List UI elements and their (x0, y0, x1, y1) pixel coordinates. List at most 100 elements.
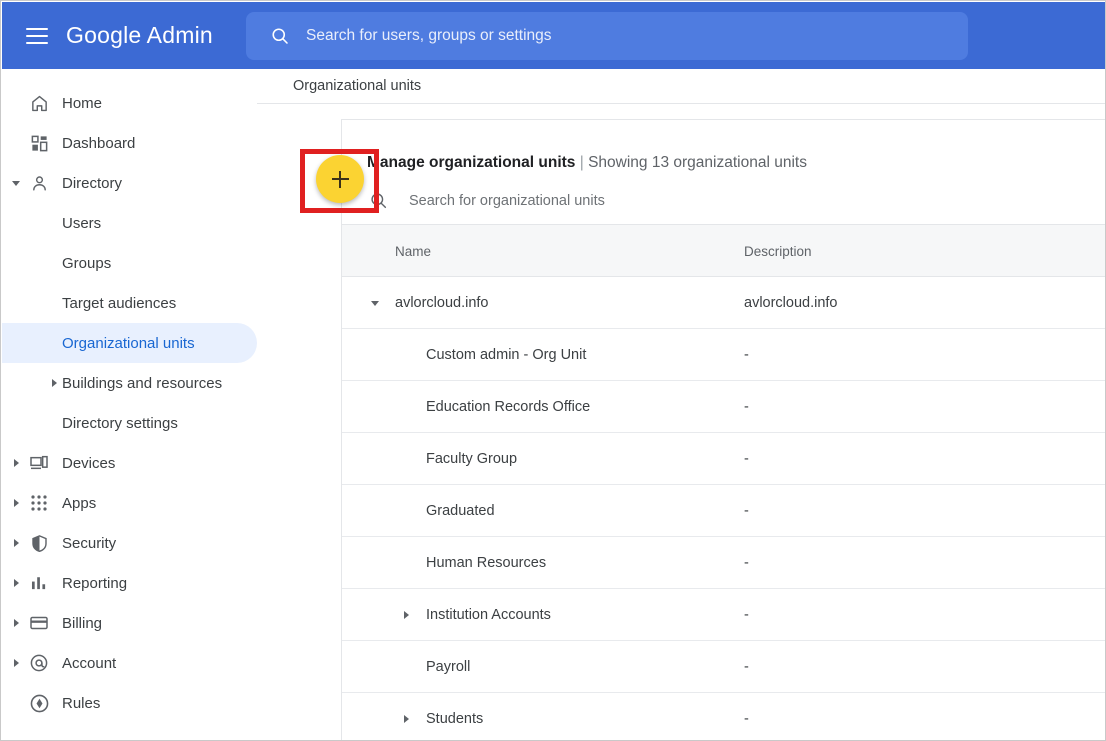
table-row[interactable]: Students - (342, 693, 1105, 740)
ou-search-input[interactable]: Search for organizational units (342, 177, 1105, 225)
sidebar-item-label: Home (62, 94, 103, 112)
table-row[interactable]: Institution Accounts - (342, 589, 1105, 641)
at-sign-icon (28, 643, 50, 683)
row-description: avlorcloud.info (744, 295, 838, 311)
chevron-right-icon[interactable] (10, 523, 22, 563)
chevron-right-icon[interactable] (10, 603, 22, 643)
organizational-units-card: Manage organizational units | Showing 13… (341, 119, 1105, 740)
add-organizational-unit-button[interactable] (316, 155, 364, 203)
plus-icon (331, 170, 349, 188)
sidebar-item-label: Apps (62, 494, 97, 512)
table-row[interactable]: Education Records Office - (342, 381, 1105, 433)
sidebar-item-label: Account (62, 654, 117, 672)
sidebar-nav: Home Dashboard Directory Users Groups Ta… (2, 69, 257, 740)
dashboard-icon (28, 123, 50, 163)
sidebar-item-label: Users (62, 214, 102, 232)
google-admin-window: Google Admin Search for users, groups or… (0, 0, 1106, 741)
sidebar-item-label: Reporting (62, 574, 128, 592)
row-description: - (744, 555, 749, 571)
row-name: Education Records Office (426, 399, 591, 415)
sidebar-item-target-audiences[interactable]: Target audiences (2, 283, 257, 323)
row-name: Human Resources (426, 555, 547, 571)
table-body: avlorcloud.info avlorcloud.info Custom a… (342, 277, 1105, 740)
main-content: Organizational units Manage organization… (257, 69, 1105, 740)
sidebar-item-account[interactable]: Account (2, 643, 257, 683)
bar-chart-icon (28, 563, 50, 603)
chevron-down-icon[interactable] (368, 277, 382, 329)
global-search-placeholder: Search for users, groups or settings (306, 27, 552, 44)
table-row[interactable]: avlorcloud.info avlorcloud.info (342, 277, 1105, 329)
global-search-input[interactable]: Search for users, groups or settings (246, 12, 968, 60)
chevron-right-icon[interactable] (10, 483, 22, 523)
row-description: - (744, 659, 749, 675)
row-name: Custom admin - Org Unit (426, 347, 587, 363)
search-icon (270, 26, 290, 46)
page-subtitle-count: Showing 13 organizational units (588, 154, 807, 171)
breadcrumb: Organizational units (257, 69, 1105, 104)
sidebar-item-security[interactable]: Security (2, 523, 257, 563)
app-brand-title: Google Admin (66, 22, 213, 48)
sidebar-item-directory[interactable]: Directory (2, 163, 257, 203)
sidebar-item-apps[interactable]: Apps (2, 483, 257, 523)
row-description: - (744, 503, 749, 519)
sidebar-item-directory-settings[interactable]: Directory settings (2, 403, 257, 443)
apps-grid-icon (28, 483, 50, 523)
person-icon (28, 163, 50, 203)
table-row[interactable]: Custom admin - Org Unit - (342, 329, 1105, 381)
home-icon (28, 83, 50, 123)
row-name: Institution Accounts (426, 607, 551, 623)
sidebar-item-devices[interactable]: Devices (2, 443, 257, 483)
title-separator: | (579, 154, 584, 171)
search-icon (369, 191, 388, 210)
sidebar-item-label: Directory settings (62, 414, 178, 432)
chevron-down-icon[interactable] (10, 163, 22, 203)
row-description: - (744, 347, 749, 363)
table-row[interactable]: Payroll - (342, 641, 1105, 693)
ou-search-placeholder: Search for organizational units (409, 192, 605, 209)
row-description: - (744, 451, 749, 467)
page-title-text: Manage organizational units (367, 154, 576, 171)
sidebar-item-home[interactable]: Home (2, 83, 257, 123)
table-row[interactable]: Human Resources - (342, 537, 1105, 589)
chevron-right-icon[interactable] (10, 443, 22, 483)
shield-icon (28, 523, 50, 563)
rules-icon (28, 683, 50, 723)
sidebar-item-label: Security (62, 534, 117, 552)
sidebar-item-groups[interactable]: Groups (2, 243, 257, 283)
credit-card-icon (28, 603, 50, 643)
row-description: - (744, 399, 749, 415)
chevron-right-icon[interactable] (48, 363, 60, 403)
table-row[interactable]: Faculty Group - (342, 433, 1105, 485)
table-header: Name Description (342, 225, 1105, 277)
hamburger-icon[interactable] (26, 27, 48, 44)
page-title: Manage organizational units | Showing 13… (367, 154, 807, 172)
sidebar-item-users[interactable]: Users (2, 203, 257, 243)
top-app-bar: Google Admin Search for users, groups or… (2, 2, 1105, 69)
row-name: Graduated (426, 503, 495, 519)
sidebar-item-label: Target audiences (62, 294, 177, 312)
sidebar-item-label: Billing (62, 614, 103, 632)
chevron-right-icon[interactable] (10, 643, 22, 683)
table-row[interactable]: Graduated - (342, 485, 1105, 537)
chevron-right-icon[interactable] (10, 563, 22, 603)
row-name: avlorcloud.info (395, 295, 489, 311)
sidebar-item-label: Organizational units (62, 334, 195, 352)
row-name: Payroll (426, 659, 471, 675)
chevron-right-icon[interactable] (399, 693, 413, 740)
sidebar-item-billing[interactable]: Billing (2, 603, 257, 643)
sidebar-item-organizational-units[interactable]: Organizational units (2, 323, 257, 363)
row-description: - (744, 607, 749, 623)
devices-icon (28, 443, 50, 483)
sidebar-item-label: Devices (62, 454, 116, 472)
breadcrumb-current: Organizational units (293, 78, 422, 94)
chevron-right-icon[interactable] (399, 589, 413, 641)
sidebar-item-label: Rules (62, 694, 101, 712)
sidebar-item-reporting[interactable]: Reporting (2, 563, 257, 603)
sidebar-item-label: Groups (62, 254, 112, 272)
sidebar-item-dashboard[interactable]: Dashboard (2, 123, 257, 163)
column-header-name: Name (395, 243, 432, 259)
sidebar-item-label: Dashboard (62, 134, 136, 152)
column-header-description: Description (744, 243, 812, 259)
sidebar-item-buildings-and-resources[interactable]: Buildings and resources (2, 363, 257, 403)
sidebar-item-rules[interactable]: Rules (2, 683, 257, 723)
